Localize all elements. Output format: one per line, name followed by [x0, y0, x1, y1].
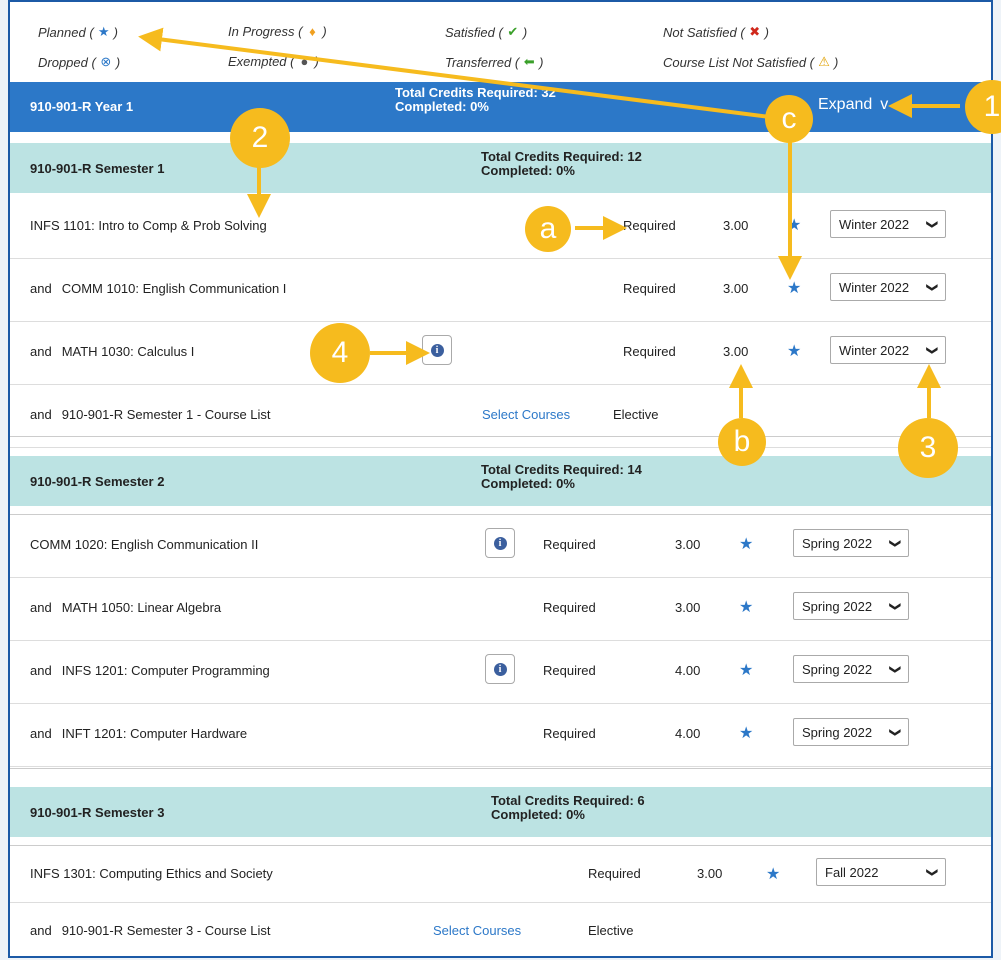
- callout-c: c: [765, 95, 813, 143]
- callout-2: 2: [230, 108, 290, 168]
- callout-c-arrow-legend: [138, 27, 771, 119]
- callout-3: 3: [898, 418, 958, 478]
- callout-a: a: [525, 206, 571, 252]
- annotation-arrows: [138, 27, 960, 418]
- callout-b: b: [718, 418, 766, 466]
- callout-4: 4: [310, 323, 370, 383]
